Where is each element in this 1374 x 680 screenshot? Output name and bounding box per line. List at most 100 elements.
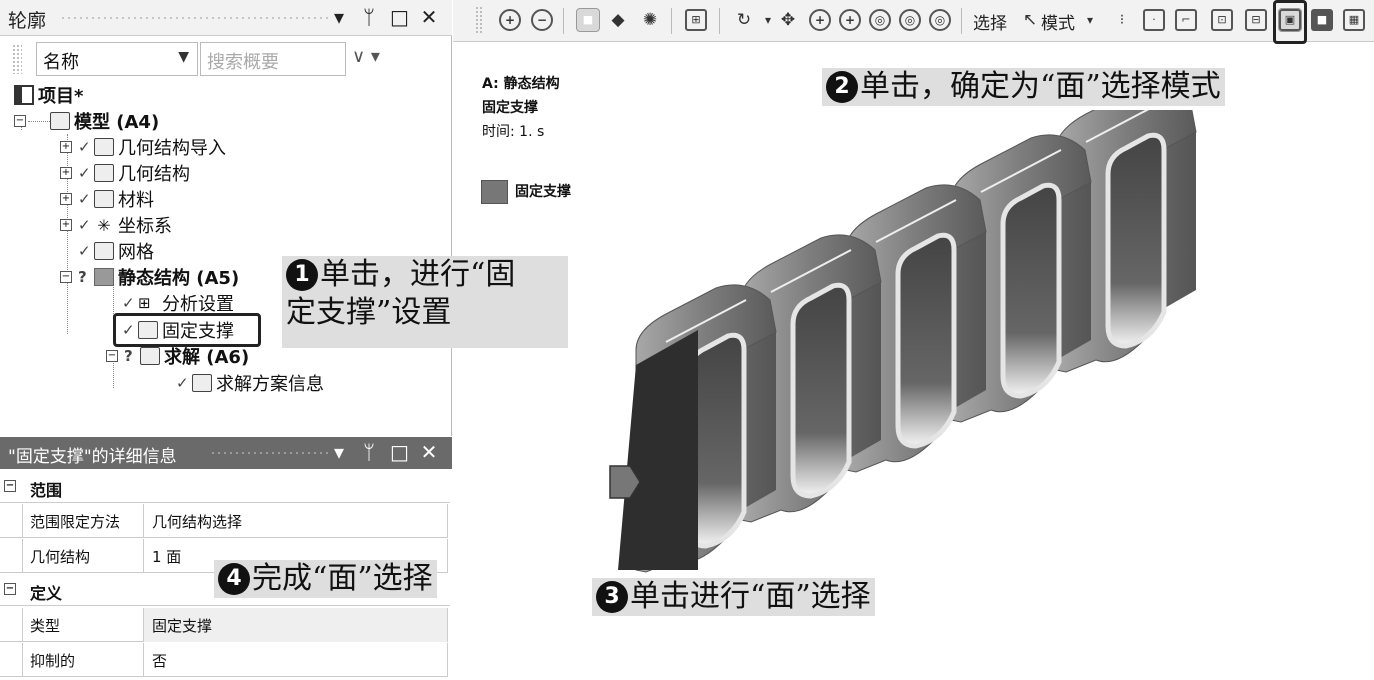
3d-model-viewport[interactable] <box>600 110 1200 580</box>
check-icon: ✓ <box>78 190 91 208</box>
wireframe-view-icon[interactable]: ✺ <box>639 9 661 31</box>
select-node-icon[interactable]: ▦ <box>1343 9 1365 31</box>
zoom-icon[interactable]: + <box>809 9 831 31</box>
collapse-icon[interactable]: − <box>106 350 118 362</box>
select-edge-icon[interactable]: ⌐ <box>1175 9 1197 31</box>
expand-icon[interactable]: + <box>60 167 72 179</box>
step-3-text: 单击进行“面”选择 <box>630 579 871 614</box>
prop-value[interactable]: 固定支撑 <box>144 608 448 642</box>
panel-menu-icon[interactable]: ▾ <box>330 5 348 29</box>
close-icon[interactable]: ✕ <box>420 5 438 29</box>
close-icon[interactable]: ✕ <box>420 440 438 464</box>
details-grip[interactable] <box>210 451 332 455</box>
question-icon: ? <box>78 268 87 286</box>
magnifier-icon[interactable]: ◎ <box>899 9 921 31</box>
rotate-icon[interactable]: ↻ <box>733 9 755 31</box>
show-vertices-icon[interactable]: ⊞ <box>685 9 707 31</box>
collapse-icon[interactable]: − <box>4 480 16 492</box>
solution-info-icon <box>192 374 212 392</box>
details-title: "固定支撑"的详细信息 <box>8 447 177 467</box>
prop-row-suppressed[interactable]: 抑制的 否 <box>0 643 448 677</box>
tree-item-geometry-import[interactable]: + ✓ 几何结构导入 <box>60 134 226 160</box>
select-label: 选择 <box>973 14 1007 34</box>
select-cursor-icon[interactable]: ↖ <box>1019 9 1041 31</box>
select-element-icon[interactable]: ⊟ <box>1245 9 1267 31</box>
prop-label: 抑制的 <box>22 643 144 677</box>
callout-step-3: 3 单击进行“面”选择 <box>592 578 875 616</box>
fixed-support-highlight <box>113 313 261 347</box>
panel-menu-icon[interactable]: ▾ <box>330 440 348 464</box>
zoom-to-fit-icon[interactable]: ◎ <box>869 9 891 31</box>
details-window-controls: ▾ ᛘ □ ✕ <box>330 440 438 464</box>
step-1-text-line1: 单击，进行“固 <box>320 257 516 292</box>
prop-row-type[interactable]: 类型 固定支撑 <box>0 608 448 642</box>
section-scope[interactable]: − 范围 <box>0 471 450 503</box>
maximize-icon[interactable]: □ <box>390 440 409 464</box>
collapse-icon[interactable]: − <box>14 115 26 127</box>
mode-menu[interactable]: 模式 <box>1041 9 1075 34</box>
tree-item-mesh[interactable]: ✓ 网格 <box>78 238 154 264</box>
expand-icon[interactable]: + <box>60 193 72 205</box>
expand-icon[interactable]: + <box>60 219 72 231</box>
tree-item-project[interactable]: 项目* <box>14 82 83 108</box>
face-mode-highlight <box>1273 0 1307 44</box>
zoom-out-icon[interactable]: − <box>531 9 553 31</box>
prop-value[interactable]: 否 <box>144 643 448 677</box>
collapse-icon[interactable]: − <box>4 583 16 595</box>
check-icon: ✓ <box>78 216 91 234</box>
outline-window-controls: ▾ ᛘ □ ✕ <box>330 5 438 29</box>
mesh-icon <box>94 242 114 260</box>
search-input[interactable]: 搜索概要 <box>200 42 346 76</box>
filter-type-value: 名称 <box>43 52 79 73</box>
select-mode-icon[interactable]: ⁝ <box>1111 9 1133 31</box>
toolbar-grip[interactable] <box>475 6 483 34</box>
pin-icon[interactable]: ᛘ <box>360 5 378 29</box>
title-grip[interactable] <box>60 16 332 20</box>
fold-inner-face[interactable] <box>895 232 957 449</box>
tree-item-geometry[interactable]: + ✓ 几何结构 <box>60 160 190 186</box>
extend-selection-icon[interactable]: ⊡ <box>1211 9 1233 31</box>
selected-face[interactable] <box>618 330 698 570</box>
prop-row-scoping-method[interactable]: 范围限定方法 几何结构选择 <box>0 504 448 538</box>
fold-inner-face[interactable] <box>1105 132 1167 349</box>
select-body-icon[interactable]: ■ <box>1311 9 1333 31</box>
tree-label-geometry-import: 几何结构导入 <box>118 138 226 159</box>
maximize-icon[interactable]: □ <box>390 5 409 29</box>
step-4-text: 完成“面”选择 <box>252 561 433 596</box>
search-options-chevron-icon[interactable]: ∨ ▾ <box>352 46 380 67</box>
step-1-text-line2: 定支撑”设置 <box>286 295 452 330</box>
rotate-dropdown-icon[interactable]: ▾ <box>757 9 779 31</box>
solid-view-icon[interactable]: ■ <box>576 8 600 32</box>
shaded-view-icon[interactable]: ◆ <box>607 9 629 31</box>
info-time: 时间: 1. s <box>482 124 545 140</box>
tree-item-solution-info[interactable]: ✓ 求解方案信息 <box>176 370 324 396</box>
filter-type-select[interactable]: 名称 ▼ <box>36 42 198 76</box>
zoom-previous-icon[interactable]: ◎ <box>929 9 951 31</box>
zoom-in-icon[interactable]: + <box>499 9 521 31</box>
analysis-settings-icon: ⊞ <box>138 294 151 312</box>
tree-item-coordinate-systems[interactable]: + ✓ ✳ 坐标系 <box>60 212 172 238</box>
outline-tree: 项目* − 模型 (A4) + ✓ 几何结构导入 + ✓ 几何结构 + ✓ 材料… <box>0 80 452 400</box>
outline-title: 轮廓 <box>8 10 47 32</box>
tree-label-model: 模型 (A4) <box>74 112 160 133</box>
fold-inner-face[interactable] <box>1000 182 1062 399</box>
check-icon: ✓ <box>78 138 91 156</box>
prop-label: 类型 <box>22 608 144 642</box>
pin-icon[interactable]: ᛘ <box>360 440 378 464</box>
pan-icon[interactable]: ✥ <box>777 9 799 31</box>
callout-step-1: 1 单击，进行“固 定支撑”设置 <box>282 256 568 348</box>
prop-value[interactable]: 几何结构选择 <box>144 504 448 538</box>
mode-dropdown-icon[interactable]: ▾ <box>1079 9 1101 31</box>
select-vertex-icon[interactable]: · <box>1143 9 1165 31</box>
fold-inner-face[interactable] <box>790 282 852 499</box>
box-zoom-icon[interactable]: + <box>839 9 861 31</box>
expand-icon[interactable]: + <box>60 141 72 153</box>
tree-item-materials[interactable]: + ✓ 材料 <box>60 186 154 212</box>
toolbar-grip[interactable] <box>12 44 22 74</box>
tree-item-static-structural[interactable]: − ? 静态结构 (A5) <box>60 264 239 290</box>
tree-item-model[interactable]: − 模型 (A4) <box>14 108 159 134</box>
check-icon: ✓ <box>78 164 91 182</box>
geometry-import-icon <box>94 138 114 156</box>
collapse-icon[interactable]: − <box>60 271 72 283</box>
details-panel: "固定支撑"的详细信息 ▾ ᛘ □ ✕ − 范围 范围限定方法 几何结构选择 几… <box>0 437 452 680</box>
